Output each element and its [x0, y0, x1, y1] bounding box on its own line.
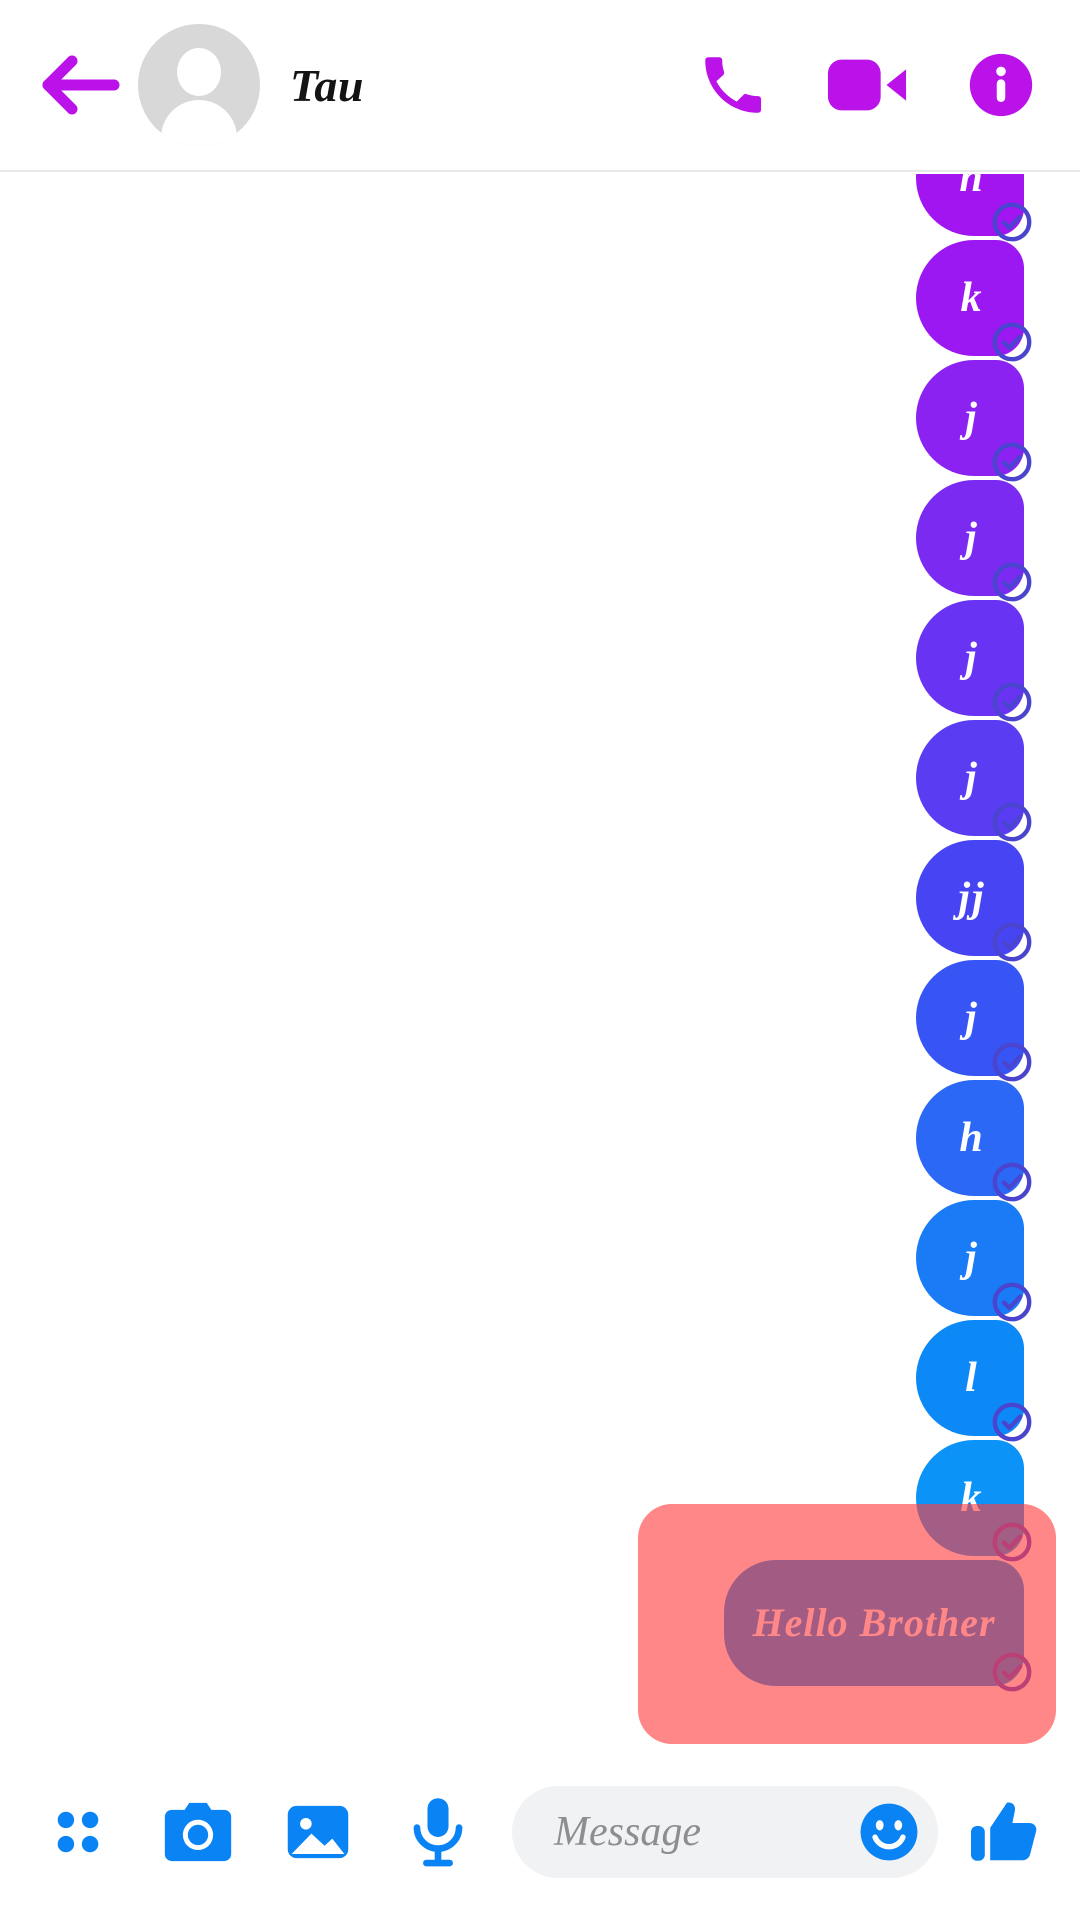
message-row[interactable]: j: [0, 600, 1080, 716]
check-circle-icon: [992, 1282, 1032, 1322]
avatar[interactable]: [138, 24, 260, 146]
message-row[interactable]: h: [0, 1080, 1080, 1196]
message-status-icon: [990, 1280, 1034, 1324]
microphone-icon: [413, 1798, 463, 1867]
message-thread[interactable]: n k j j j j jj j h j l k Hello Brother: [0, 174, 1080, 1744]
message-status-icon: [990, 1520, 1034, 1564]
camera-button[interactable]: [150, 1784, 246, 1880]
apps-grid-icon: [57, 1811, 99, 1853]
message-row[interactable]: l: [0, 1320, 1080, 1436]
check-circle-icon: [992, 922, 1032, 962]
message-status-icon: [990, 1400, 1034, 1444]
message-status-icon: [990, 680, 1034, 724]
video-camera-icon: [827, 59, 907, 111]
back-button[interactable]: [34, 37, 130, 133]
check-circle-icon: [992, 1402, 1032, 1442]
check-circle-icon: [992, 202, 1032, 242]
check-circle-icon: [992, 1652, 1032, 1692]
message-row[interactable]: jj: [0, 840, 1080, 956]
video-call-button[interactable]: [824, 42, 910, 128]
composer-bar: Message: [0, 1744, 1080, 1920]
message-status-icon: [990, 1040, 1034, 1084]
avatar-body-shape: [161, 100, 237, 146]
message-status-icon: [990, 320, 1034, 364]
check-circle-icon: [992, 1522, 1032, 1562]
message-status-icon: [990, 440, 1034, 484]
thumbs-up-icon: [971, 1802, 1037, 1861]
message-row[interactable]: n: [0, 174, 1080, 236]
message-status-icon: [990, 800, 1034, 844]
camera-icon: [164, 1802, 232, 1862]
check-circle-icon: [992, 1042, 1032, 1082]
message-row[interactable]: j: [0, 720, 1080, 836]
message-status-icon: [990, 1160, 1034, 1204]
gallery-button[interactable]: [270, 1784, 366, 1880]
emoji-button[interactable]: [858, 1801, 920, 1863]
message-row[interactable]: j: [0, 960, 1080, 1076]
check-circle-icon: [992, 1162, 1032, 1202]
message-row[interactable]: j: [0, 360, 1080, 476]
message-row[interactable]: j: [0, 480, 1080, 596]
message-row[interactable]: Hello Brother: [0, 1560, 1080, 1686]
chat-header: Tau: [0, 0, 1080, 172]
message-row[interactable]: k: [0, 240, 1080, 356]
page-title: Tau: [290, 59, 364, 111]
message-row[interactable]: k: [0, 1440, 1080, 1556]
smiley-face-icon: [860, 1803, 918, 1861]
check-circle-icon: [992, 562, 1032, 602]
message-status-icon: [990, 560, 1034, 604]
messenger-chat-screen: Tau nk j j j j jj j h j l k Hello Brothe…: [0, 0, 1080, 1920]
message-input-container[interactable]: Message: [512, 1786, 938, 1878]
call-button[interactable]: [690, 42, 776, 128]
header-actions: [690, 42, 1080, 128]
back-arrow-icon: [42, 55, 120, 115]
info-circle-icon: [969, 53, 1033, 117]
message-status-icon: [990, 920, 1034, 964]
conversation-info-button[interactable]: [958, 42, 1044, 128]
avatar-head-shape: [177, 48, 221, 96]
message-row[interactable]: j: [0, 1200, 1080, 1316]
check-circle-icon: [992, 682, 1032, 722]
voice-record-button[interactable]: [390, 1784, 486, 1880]
apps-button[interactable]: [30, 1784, 126, 1880]
check-circle-icon: [992, 322, 1032, 362]
check-circle-icon: [992, 802, 1032, 842]
message-input[interactable]: Message: [554, 1808, 858, 1856]
like-button[interactable]: [956, 1784, 1052, 1880]
image-gallery-icon: [287, 1805, 349, 1859]
message-status-icon: [990, 200, 1034, 244]
phone-call-icon: [705, 57, 762, 113]
message-status-icon: [990, 1650, 1034, 1694]
check-circle-icon: [992, 442, 1032, 482]
message-bubble-highlighted[interactable]: Hello Brother: [724, 1560, 1024, 1686]
